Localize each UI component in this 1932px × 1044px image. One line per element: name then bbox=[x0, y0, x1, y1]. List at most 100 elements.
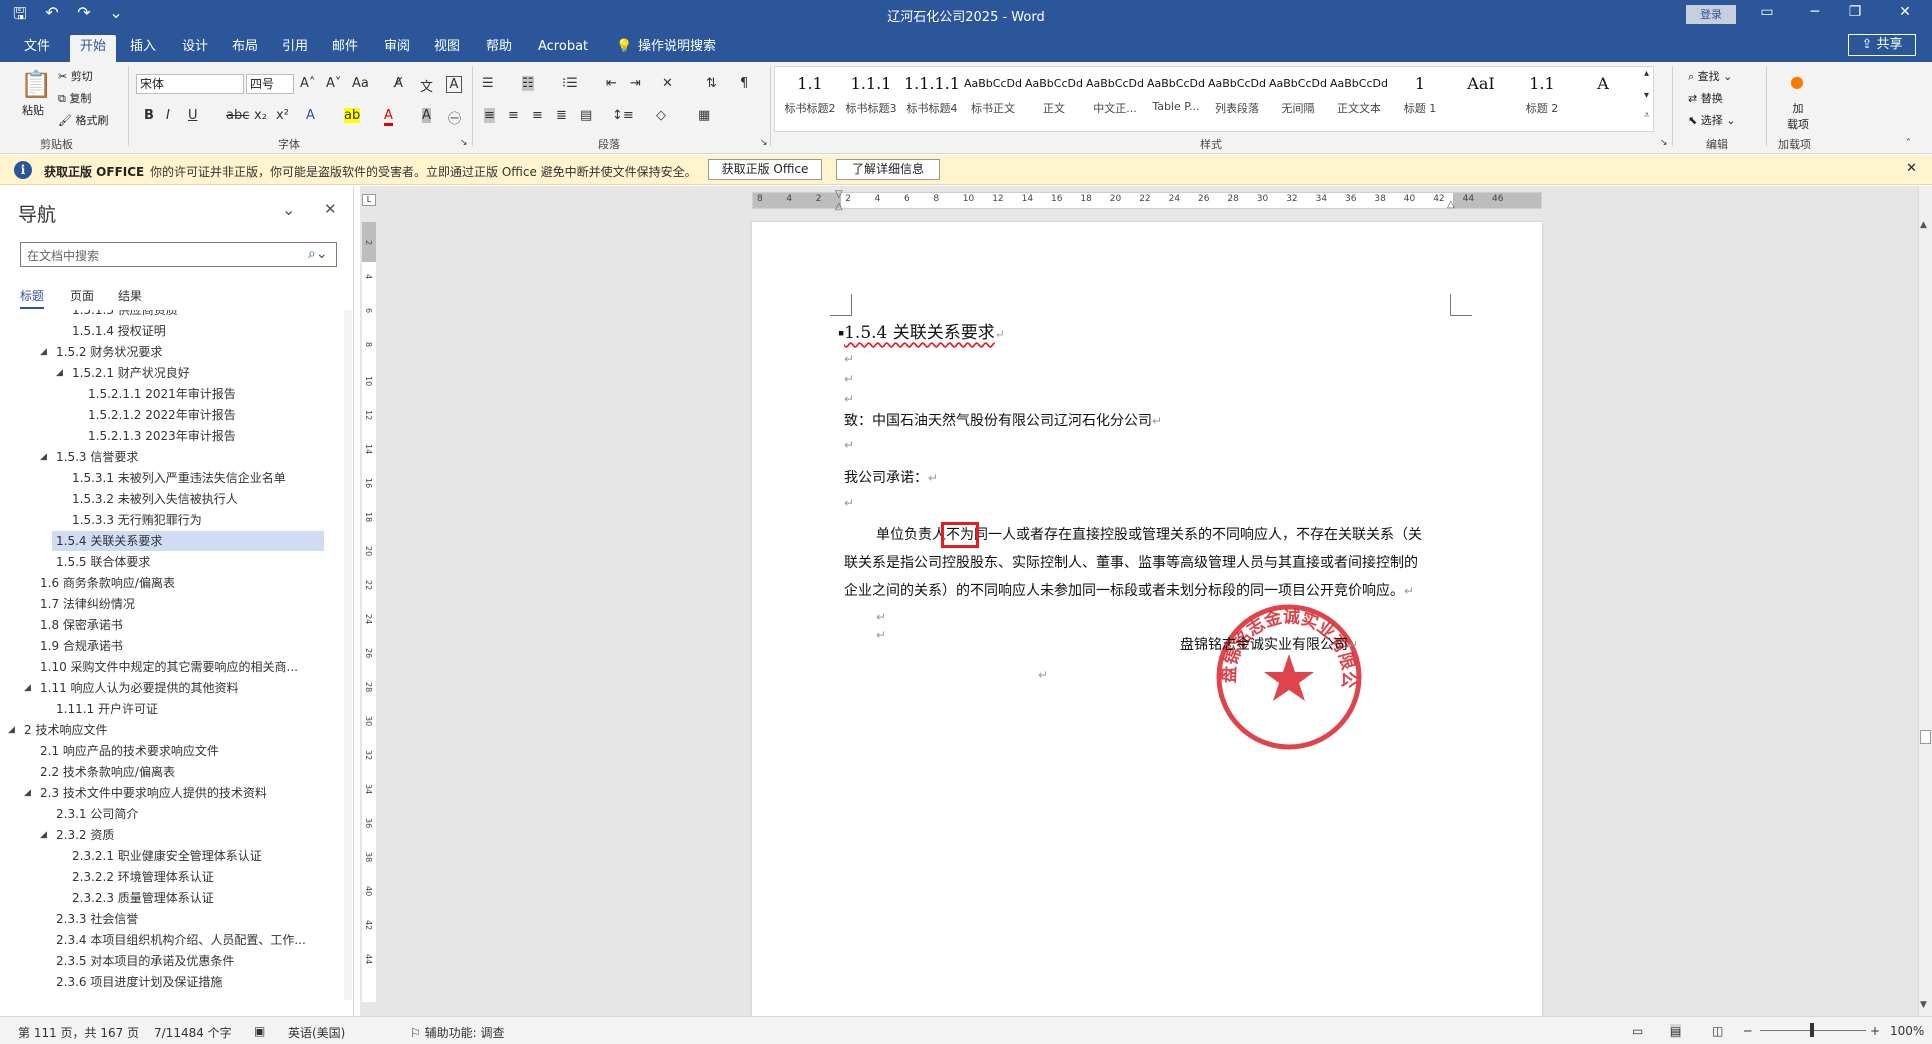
tab-insert[interactable]: 插入 bbox=[120, 35, 166, 62]
style-item[interactable]: AaBbCcDd Table P... bbox=[1146, 68, 1206, 130]
style-item[interactable]: AaI bbox=[1451, 68, 1511, 130]
borders-icon[interactable]: ▦ bbox=[698, 108, 710, 123]
nav-scrollbar[interactable] bbox=[344, 310, 352, 1000]
style-item[interactable]: 1.1.1.1 标书标题4 bbox=[902, 68, 962, 130]
nav-heading-item[interactable]: 1.11.1 开户许可证 bbox=[0, 699, 340, 719]
tab-review[interactable]: 审阅 bbox=[374, 35, 420, 62]
style-item[interactable]: 1.1 标书标题2 bbox=[780, 68, 840, 130]
expand-triangle-icon[interactable]: ◢ bbox=[24, 678, 31, 698]
replace-button[interactable]: ⇄ 替换 bbox=[1688, 90, 1723, 106]
shrink-font-icon[interactable]: A˅ bbox=[326, 76, 341, 91]
grow-font-icon[interactable]: A˄ bbox=[300, 76, 315, 91]
nav-heading-item[interactable]: 1.5.3.1 未被列入严重违法失信企业名单 bbox=[0, 468, 340, 488]
tab-selector-icon[interactable]: L bbox=[362, 194, 376, 206]
tab-view[interactable]: 视图 bbox=[424, 35, 470, 62]
search-icon[interactable]: ⌕⌄ bbox=[308, 246, 328, 262]
nav-heading-item[interactable]: 1.9 合规承诺书 bbox=[0, 636, 340, 656]
scroll-down-icon[interactable]: ▼ bbox=[1920, 1000, 1927, 1010]
char-border-icon[interactable]: A bbox=[446, 76, 462, 93]
zoom-slider-thumb[interactable] bbox=[1810, 1023, 1814, 1037]
tab-design[interactable]: 设计 bbox=[172, 35, 218, 62]
numbering-icon[interactable]: ☷ bbox=[522, 76, 534, 91]
highlight-icon[interactable]: ab bbox=[344, 108, 361, 123]
learn-more-button[interactable]: 了解详细信息 bbox=[836, 159, 940, 180]
superscript-icon[interactable]: x² bbox=[276, 108, 289, 123]
tab-help[interactable]: 帮助 bbox=[476, 35, 522, 62]
nav-heading-item[interactable]: ◢ 2.3 技术文件中要求响应人提供的技术资料 bbox=[0, 783, 340, 803]
document-page[interactable]: ▪1.5.4 关联关系要求↵ ↵ ↵ ↵ 致：中国石油天然气股份有限公司辽河石化… bbox=[752, 222, 1542, 1022]
close-icon[interactable]: ✕ bbox=[324, 200, 337, 218]
zoom-in-icon[interactable]: + bbox=[1870, 1024, 1880, 1038]
paste-icon[interactable]: 📋 bbox=[20, 70, 52, 100]
hanging-indent-icon[interactable]: △ bbox=[835, 201, 843, 212]
nav-heading-item[interactable]: ◢ 1.5.2.1 财产状况良好 bbox=[0, 363, 340, 383]
style-item[interactable]: AaBbCcDd 无间隔 bbox=[1268, 68, 1328, 130]
ribbon-display-options-icon[interactable]: ▭ bbox=[1752, 4, 1782, 20]
nav-heading-item[interactable]: 2.3.5 对本项目的承诺及优惠条件 bbox=[0, 951, 340, 971]
nav-heading-item[interactable]: ◢ 1.11 响应人认为必要提供的其他资料 bbox=[0, 678, 340, 698]
word-count[interactable]: 7/11484 个字 bbox=[154, 1024, 232, 1041]
style-item[interactable]: A bbox=[1573, 68, 1633, 130]
tab-references[interactable]: 引用 bbox=[272, 35, 318, 62]
styles-scroll-up-icon[interactable]: ▴ bbox=[1644, 68, 1649, 79]
find-button[interactable]: ⌕ 查找 ⌄ bbox=[1688, 68, 1732, 84]
expand-triangle-icon[interactable]: ◢ bbox=[8, 720, 15, 740]
login-button[interactable]: 登录 bbox=[1686, 5, 1736, 24]
scroll-up-icon[interactable]: ▲ bbox=[1920, 220, 1927, 230]
vertical-scrollbar[interactable]: ▲ ▼ bbox=[1918, 186, 1932, 1016]
nav-heading-item[interactable]: ◢ 1.5.3 信誉要求 bbox=[0, 447, 340, 467]
highlighted-text-box[interactable]: 不为 bbox=[941, 522, 979, 548]
font-name-combo[interactable]: 宋体 bbox=[136, 74, 244, 94]
nav-heading-item[interactable]: 2.3.3 社会信誉 bbox=[0, 909, 340, 929]
language-indicator[interactable]: 英语(美国) bbox=[288, 1024, 345, 1041]
chevron-down-icon[interactable]: ⌄ bbox=[282, 200, 295, 219]
proofing-icon[interactable]: ▣ bbox=[254, 1024, 265, 1038]
shading-icon[interactable]: ◇ bbox=[656, 108, 666, 123]
subscript-icon[interactable]: x₂ bbox=[254, 108, 267, 123]
nav-heading-item[interactable]: 1.5.1.3 供应商资质 bbox=[0, 310, 340, 320]
strikethrough-icon[interactable]: abc bbox=[226, 108, 249, 123]
scroll-thumb[interactable] bbox=[1920, 730, 1931, 744]
font-size-combo[interactable]: 四号 bbox=[246, 74, 294, 94]
nav-heading-item[interactable]: 2.3.2.2 环境管理体系认证 bbox=[0, 867, 340, 887]
phonetic-guide-icon[interactable]: 文 bbox=[420, 76, 433, 95]
paste-button[interactable]: 粘贴 bbox=[22, 102, 44, 118]
line-spacing-icon[interactable]: ↕≡ bbox=[612, 108, 634, 123]
nav-heading-item[interactable]: 2.3.4 本项目组织机构介绍、人员配置、工作... bbox=[0, 930, 340, 950]
nav-tab-results[interactable]: 结果 bbox=[118, 287, 142, 304]
asian-layout-icon[interactable]: ✕ bbox=[662, 76, 673, 91]
style-item[interactable]: AaBbCcDd 正文文本 bbox=[1329, 68, 1389, 130]
increase-indent-icon[interactable]: ⇥ bbox=[630, 76, 641, 91]
print-layout-icon[interactable]: ▤ bbox=[1670, 1024, 1682, 1038]
expand-triangle-icon[interactable]: ◢ bbox=[56, 363, 63, 383]
align-right-icon[interactable]: ≡ bbox=[532, 108, 543, 123]
nav-heading-item[interactable]: 1.5.2.1.2 2022年审计报告 bbox=[0, 405, 340, 425]
right-indent-icon[interactable]: △ bbox=[1447, 199, 1455, 210]
nav-heading-item[interactable]: 1.5.2.1.3 2023年审计报告 bbox=[0, 426, 340, 446]
minimize-icon[interactable]: ─ bbox=[1800, 4, 1830, 20]
nav-heading-item[interactable]: 1.5.3.3 无行贿犯罪行为 bbox=[0, 510, 340, 530]
nav-heading-item[interactable]: ◢ 2 技术响应文件 bbox=[0, 720, 340, 740]
nav-heading-item[interactable]: 1.5.2.1.1 2021年审计报告 bbox=[0, 384, 340, 404]
distributed-icon[interactable]: ▤ bbox=[580, 108, 592, 123]
expand-triangle-icon[interactable]: ◢ bbox=[40, 825, 47, 845]
nav-heading-item[interactable]: 2.3.2.1 职业健康安全管理体系认证 bbox=[0, 846, 340, 866]
style-item[interactable]: AaBbCcDd 标书正文 bbox=[963, 68, 1023, 130]
page-count[interactable]: 第 111 页，共 167 页 bbox=[18, 1024, 139, 1041]
close-icon[interactable]: ✕ bbox=[1890, 4, 1920, 20]
multilevel-list-icon[interactable]: ⁝☰ bbox=[562, 76, 578, 91]
nav-heading-item[interactable]: ◢ 1.5.2 财务状况要求 bbox=[0, 342, 340, 362]
style-item[interactable]: 1.1 标题 2 bbox=[1512, 68, 1572, 130]
bold-icon[interactable]: B bbox=[144, 108, 154, 123]
show-marks-icon[interactable]: ¶ bbox=[740, 76, 748, 91]
paragraph-dialog-launcher-icon[interactable]: ↘ bbox=[760, 138, 768, 148]
vertical-ruler[interactable]: L 2 4 6 8 10 12 14 16 18 20 22 24 26 28 30 32 34 36 38 40 42… bbox=[360, 186, 378, 1016]
align-center-icon[interactable]: ≡ bbox=[508, 108, 519, 123]
copy-button[interactable]: ⧉ 复制 bbox=[58, 90, 91, 106]
style-item[interactable]: 1 标题 1 bbox=[1390, 68, 1450, 130]
decrease-indent-icon[interactable]: ⇤ bbox=[606, 76, 617, 91]
enclose-char-icon[interactable]: ㊀ bbox=[448, 108, 461, 127]
char-shading-icon[interactable]: A bbox=[422, 108, 431, 123]
zoom-out-icon[interactable]: ─ bbox=[1744, 1024, 1751, 1038]
tab-layout[interactable]: 布局 bbox=[222, 35, 268, 62]
